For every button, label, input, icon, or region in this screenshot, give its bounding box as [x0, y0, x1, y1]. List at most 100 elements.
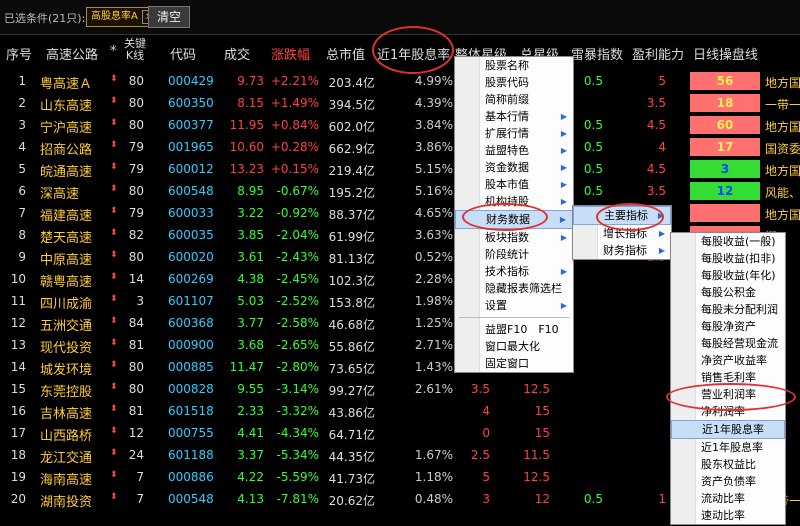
table-row[interactable]: 4招商公路⬍7900196510.60+0.28%662.9亿3.86%50.5… — [0, 136, 800, 158]
kline-score: 3 — [136, 294, 144, 308]
col-header-change[interactable]: 涨跌幅 — [271, 44, 310, 63]
menu-item[interactable]: 基本行情 ▶ — [455, 108, 573, 125]
indicator-menu-item[interactable]: 每股收益(一般) — [671, 233, 785, 250]
indicator-menu-item-label: 每股收益(一般) — [701, 235, 776, 248]
indicator-menu-item[interactable]: 每股经营现金流 — [671, 335, 785, 352]
col-header-price[interactable]: 成交 — [224, 44, 250, 63]
price: 3.68 — [237, 338, 264, 352]
chevron-right-icon: ▶ — [560, 146, 567, 155]
row-index: 12 — [10, 316, 26, 330]
col-header-mcap[interactable]: 总市值 — [326, 44, 365, 63]
market-cap: 41.73亿 — [328, 472, 375, 486]
clear-button[interactable]: 清空 — [148, 6, 190, 28]
col-header-name[interactable]: 高速公路 — [46, 44, 98, 63]
indicator-menu-item[interactable]: 每股收益(年化) — [671, 267, 785, 284]
stock-name: 城发环境 — [40, 363, 93, 378]
row-index: 9 — [18, 250, 26, 264]
col-header-code[interactable]: 代码 — [170, 44, 196, 63]
trend-arrow-icon: ⬍ — [110, 206, 118, 216]
dividend-yield: 0.48% — [414, 492, 453, 506]
menu-item[interactable]: 股票名称 — [455, 57, 573, 74]
kline-score: 81 — [128, 338, 144, 352]
menu-item[interactable]: 阶段统计 — [455, 246, 573, 263]
change-percent: -4.34% — [276, 426, 319, 440]
chevron-right-icon: ▶ — [560, 233, 567, 242]
daily-score-cell: 12 — [690, 182, 760, 200]
col-header-daily[interactable]: 日线操盘线 — [693, 44, 758, 63]
col-header-kline[interactable]: 关键 K线 — [124, 38, 146, 62]
indicator-menu-item-label: 每股净资产 — [701, 320, 756, 333]
change-percent: +2.21% — [270, 74, 319, 88]
overall-star: 4 — [482, 404, 490, 418]
menu-item[interactable]: 资金数据 ▶ — [455, 159, 573, 176]
chevron-right-icon: ▶ — [658, 229, 665, 238]
col-header-star[interactable]: * — [110, 44, 117, 59]
kline-score: 80 — [128, 250, 144, 264]
table-row[interactable]: 7 福建高速 ⬍ 79 600033 3.22 -0.92% 88.37亿 4.65% 地方国 — [0, 202, 800, 224]
kline-score: 80 — [128, 382, 144, 396]
indicator-menu-item[interactable]: 流动比率 — [671, 490, 785, 507]
table-row[interactable]: 3宁沪高速⬍8060037711.95+0.84%602.0亿3.84%50.5… — [0, 114, 800, 136]
table-row[interactable]: 1粤高速Ａ⬍800004299.73+2.21%203.4亿4.99%10.55… — [0, 70, 800, 92]
menu-item[interactable]: 板块指数 ▶ — [455, 229, 573, 246]
indicator-menu-item[interactable]: 每股收益(扣非) — [671, 250, 785, 267]
menu-item[interactable]: 技术指标 ▶ — [455, 263, 573, 280]
thunder-index: 0.5 — [583, 162, 603, 176]
menu-item[interactable]: 窗口最大化 — [455, 338, 573, 355]
sector-tag: 地方国 — [765, 120, 800, 134]
dividend-yield: 3.84% — [414, 118, 453, 132]
indicator-menu-item[interactable]: 净资产收益率 — [671, 352, 785, 369]
col-header-index[interactable]: 序号 — [6, 44, 32, 63]
indicator-menu-item[interactable]: 近1年股息率 — [671, 420, 785, 439]
menu-item[interactable]: 股票代码 — [455, 74, 573, 91]
price: 8.15 — [237, 96, 264, 110]
trend-arrow-icon: ⬍ — [110, 74, 118, 84]
indicator-menu-item[interactable]: 每股公积金 — [671, 284, 785, 301]
indicator-menu-item[interactable]: 股东权益比 — [671, 456, 785, 473]
market-cap: 99.27亿 — [328, 384, 375, 398]
menu-item[interactable]: 简称前缀 — [455, 91, 573, 108]
menu-item[interactable]: 扩展行情 ▶ — [455, 125, 573, 142]
indicator-menu-item-label: 近1年股息率 — [702, 423, 764, 436]
submenu-item[interactable]: 财务指标 ▶ — [573, 242, 671, 259]
kline-score: 80 — [128, 74, 144, 88]
market-cap: 55.86亿 — [328, 340, 375, 354]
indicator-menu-item[interactable]: 资产负债率 — [671, 473, 785, 490]
price: 3.37 — [237, 448, 264, 462]
menu-item-label: 益盟特色 — [485, 144, 529, 157]
submenu-item-label: 财务指标 — [603, 244, 647, 257]
trend-arrow-icon: ⬍ — [110, 316, 118, 326]
col-header-profit[interactable]: 盈利能力 — [632, 44, 684, 63]
menu-item[interactable]: 股本市值 ▶ — [455, 176, 573, 193]
indicator-menu-item[interactable]: 近1年股息率 — [671, 439, 785, 456]
price: 10.60 — [229, 140, 264, 154]
total-star: 12 — [534, 492, 550, 506]
highlight-circle — [462, 203, 548, 231]
indicator-menu-item-label: 每股经营现金流 — [701, 337, 778, 350]
row-index: 3 — [18, 118, 26, 132]
price: 5.03 — [237, 294, 264, 308]
menu-item-label: 资金数据 — [485, 161, 529, 174]
trend-arrow-icon: ⬍ — [110, 426, 118, 436]
row-index: 18 — [10, 448, 26, 462]
menu-item[interactable]: 益盟特色 ▶ — [455, 142, 573, 159]
col-header-thunder[interactable]: 雷暴指数 — [571, 44, 623, 63]
indicator-menu-item[interactable]: 速动比率 — [671, 507, 785, 524]
table-row[interactable]: 5皖通高速⬍7960001213.23+0.15%219.4亿5.15%50.5… — [0, 158, 800, 180]
kline-score: 80 — [128, 96, 144, 110]
chevron-right-icon: ▶ — [560, 112, 567, 121]
indicator-menu-item[interactable]: 每股净资产 — [671, 318, 785, 335]
indicator-menu-item[interactable]: 每股未分配利润 — [671, 301, 785, 318]
market-cap: 394.5亿 — [328, 98, 375, 112]
sector-tag: 国资委 — [765, 142, 800, 156]
menu-item[interactable]: 固定窗口 — [455, 355, 573, 372]
table-row[interactable]: 2山东高速⬍806003508.15+1.49%394.5亿4.39%13.51… — [0, 92, 800, 114]
profit-ability: 5 — [658, 74, 666, 88]
menu-item[interactable]: 益盟F10 F10 — [455, 321, 573, 338]
trend-arrow-icon: ⬍ — [110, 140, 118, 150]
stock-name: 东莞控股 — [40, 385, 93, 400]
menu-item[interactable]: 隐藏报表筛选栏 — [455, 280, 573, 297]
menu-item[interactable]: 设置 ▶ — [455, 297, 573, 314]
table-row[interactable]: 6深高速⬍806005488.95-0.67%195.2亿5.16%50.53.… — [0, 180, 800, 202]
daily-score-cell: 18 — [690, 94, 760, 112]
